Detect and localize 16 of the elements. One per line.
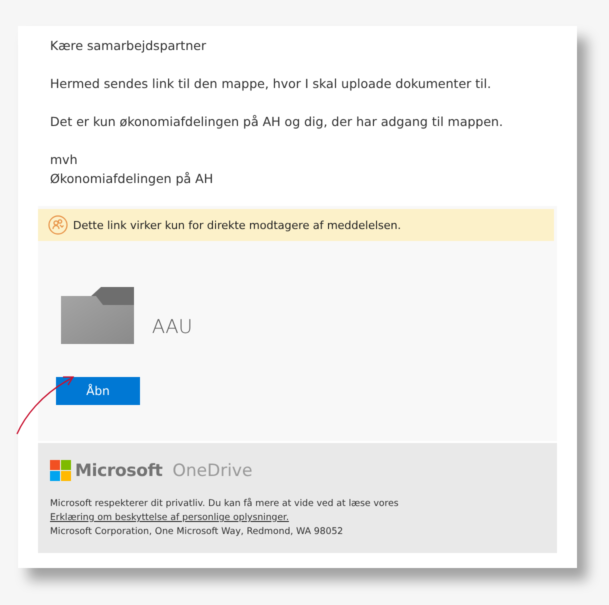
notice-text: Dette link virker kun for direkte modtagere af meddelelsen. <box>73 218 402 232</box>
greeting: Kære samarbejdspartner <box>50 37 208 55</box>
open-button[interactable]: Åbn <box>56 377 140 405</box>
signoff-line: Økonomiafdelingen på AH <box>50 170 214 188</box>
privacy-link[interactable]: Erklæring om beskyttelse af personlige oplysninger. <box>50 512 289 523</box>
message-paragraph: Hermed sendes link til den mappe, hvor I skal uploade dokumenter til. <box>50 75 492 93</box>
people-icon <box>48 215 68 235</box>
folder-icon <box>61 287 134 344</box>
message-paragraph: Det er kun økonomiafdelingen på AH og dig, der har adgang til mappen. <box>50 113 504 131</box>
brand-name: Microsoft <box>75 460 163 480</box>
product-name: OneDrive <box>172 460 252 480</box>
privacy-text: Microsoft respekterer dit privatliv. Du kan få mere at vide ved at læse vores Erklæring om beskyttelse af personlige oplysninger. <box>50 497 400 525</box>
signoff-line: mvh <box>50 151 78 169</box>
windows-logo-icon <box>50 460 71 481</box>
address-text: Microsoft Corporation, One Microsoft Way, Redmond, WA 98052 <box>50 525 344 539</box>
folder-name: AAU <box>152 316 192 338</box>
